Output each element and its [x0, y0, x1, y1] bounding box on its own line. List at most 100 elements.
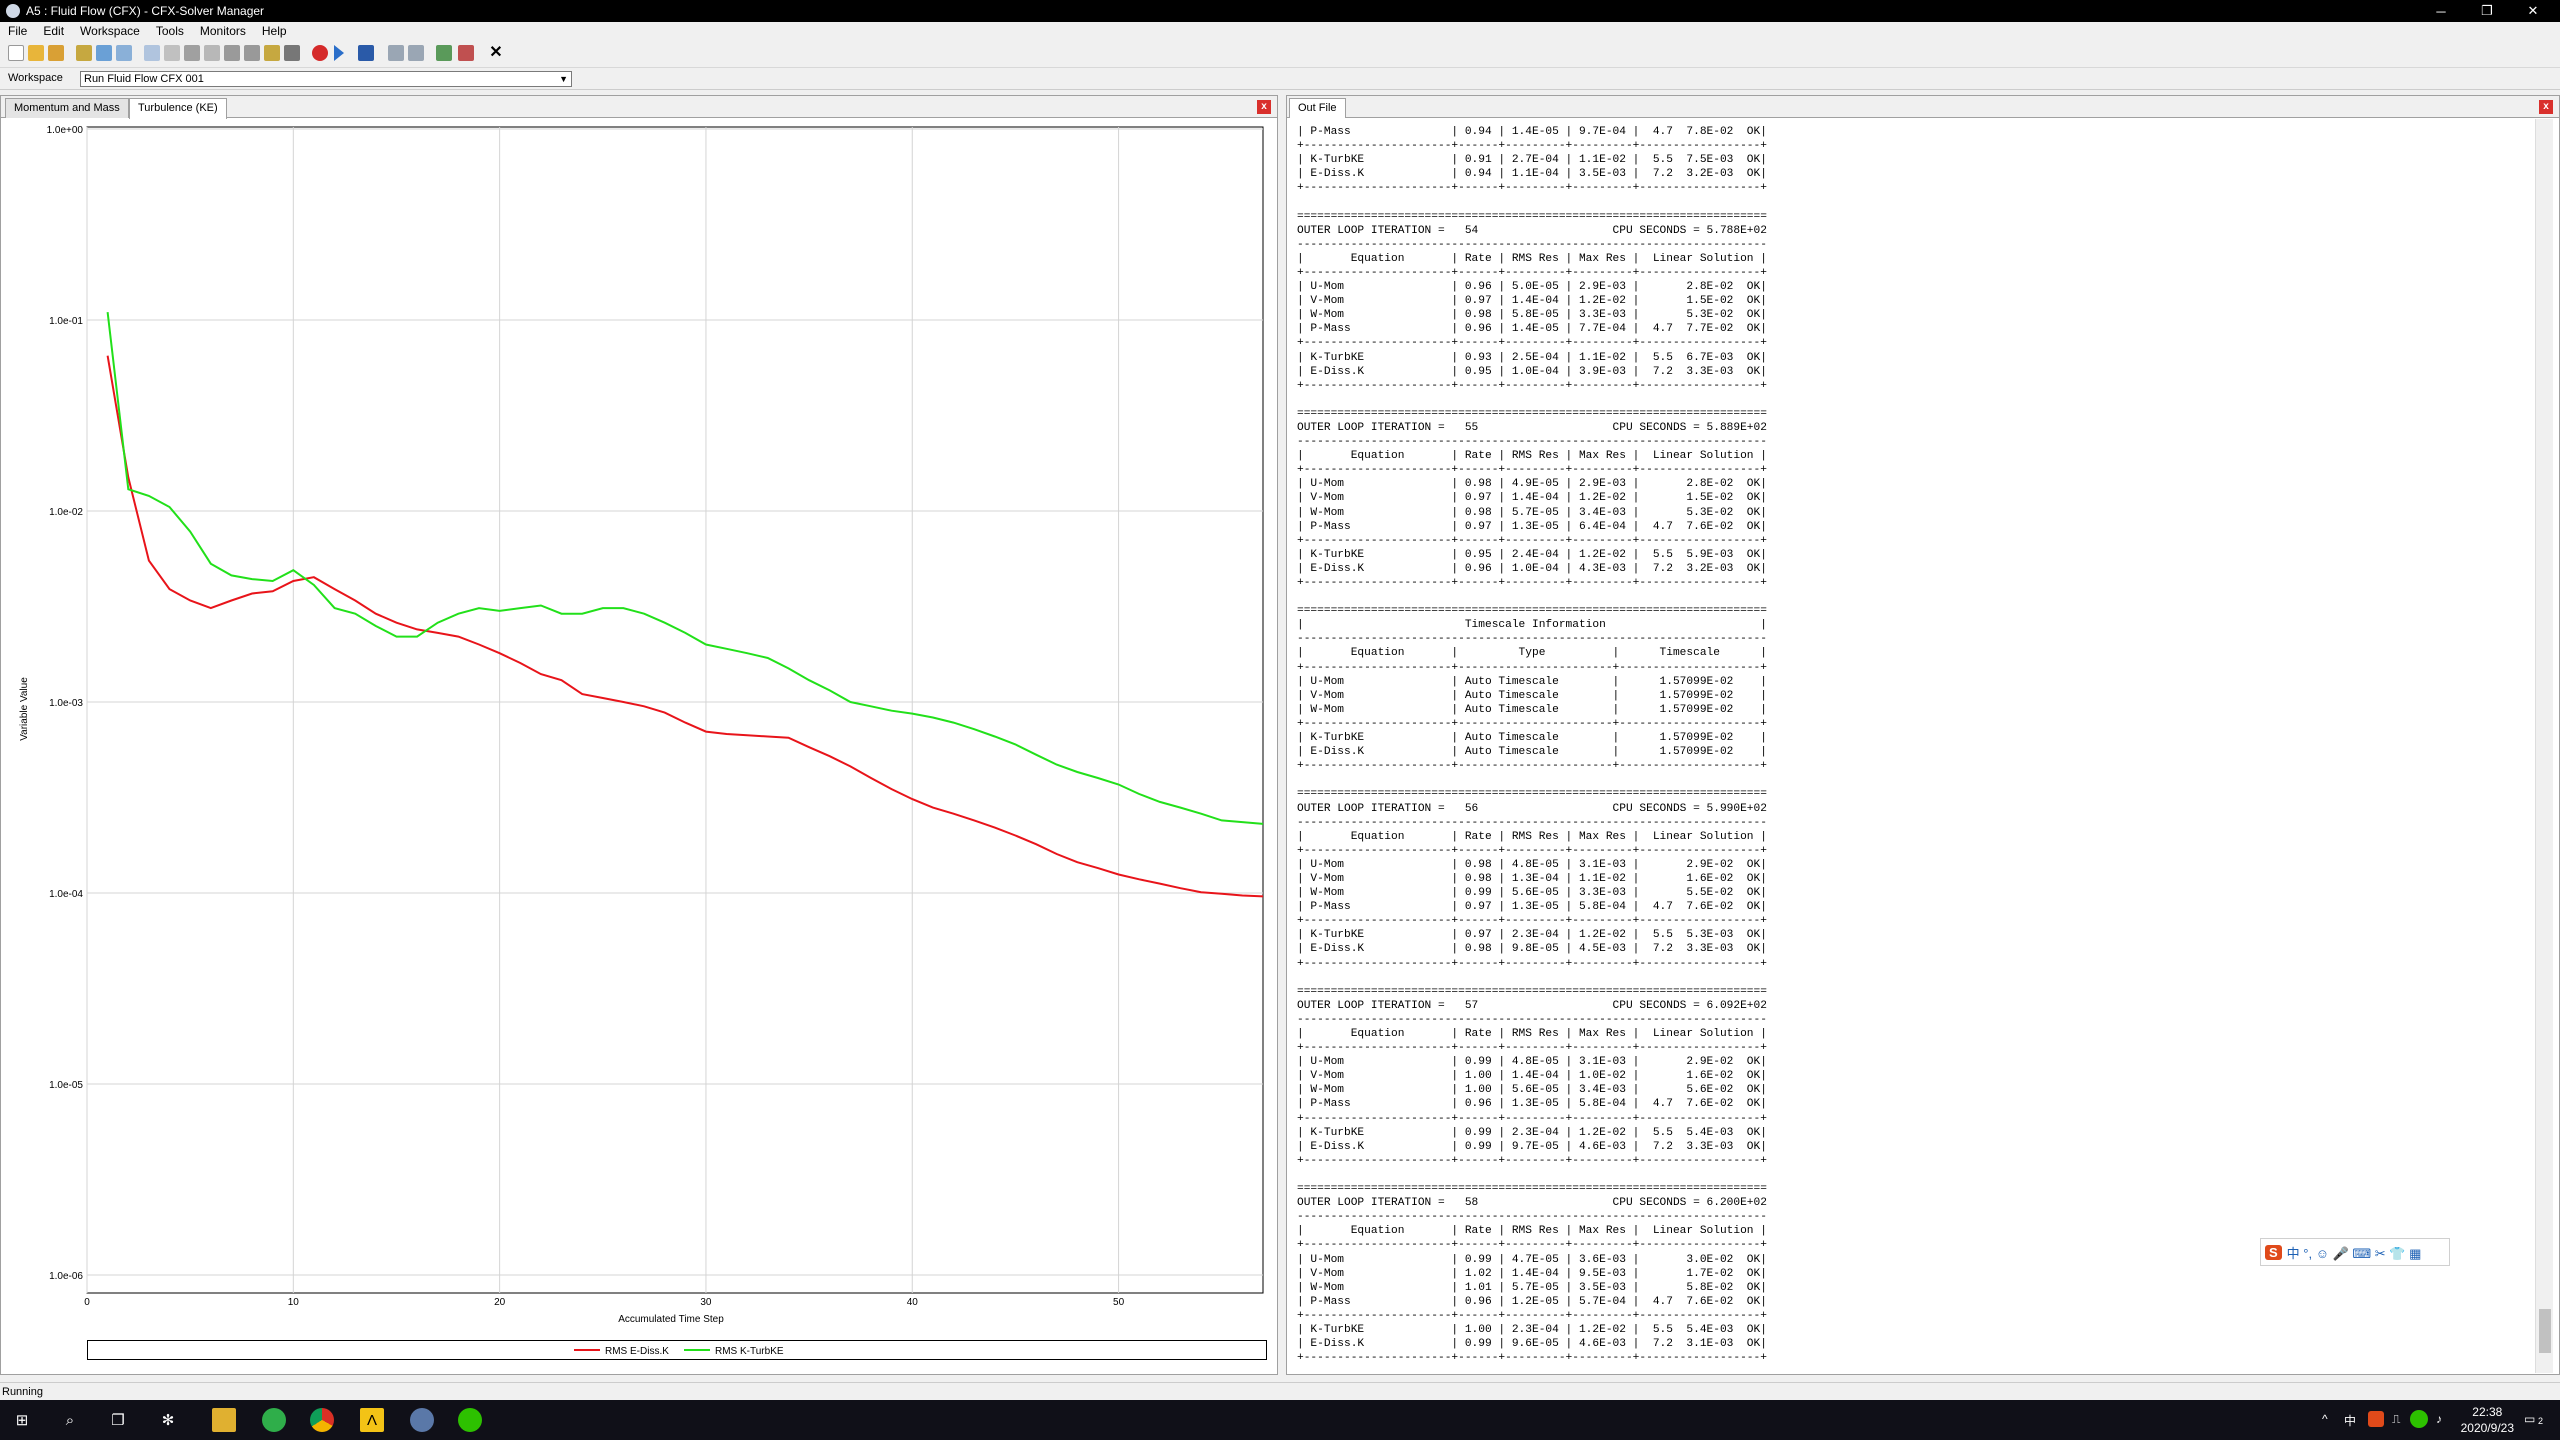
outfile-line: [1297, 590, 2537, 604]
chrome-icon[interactable]: [310, 1408, 334, 1432]
outfile-line: ----------------------------------------…: [1297, 436, 1767, 449]
outfile-line: ----------------------------------------…: [1297, 1211, 1767, 1224]
workspace-value: Run Fluid Flow CFX 001: [84, 73, 204, 85]
close-outfile-button[interactable]: x: [2539, 100, 2553, 114]
residuals-max-icon[interactable]: [458, 45, 474, 61]
outfile-line: | W-Mom | 0.98 | 5.7E-05 | 3.4E-03 | 5.3…: [1297, 506, 1767, 519]
outfile-line: +----------------------+----------------…: [1297, 760, 1767, 773]
wechat-icon[interactable]: [458, 1408, 482, 1432]
outfile-line: +----------------------+------+---------…: [1297, 182, 1767, 195]
app-green-icon[interactable]: [262, 1408, 286, 1432]
ime-indicator[interactable]: 中: [2344, 1412, 2356, 1429]
table-icon[interactable]: [204, 45, 220, 61]
outfile-line: | Equation | Rate | RMS Res | Max Res | …: [1297, 1028, 1767, 1040]
menu-workspace[interactable]: Workspace: [72, 24, 148, 38]
chart-icon[interactable]: [164, 45, 180, 61]
app-pinwheel-icon[interactable]: ✻: [156, 1408, 180, 1432]
open-results-icon[interactable]: [48, 45, 64, 61]
layout-icon[interactable]: [244, 45, 260, 61]
outfile-line: | U-Mom | 0.99 | 4.8E-05 | 3.1E-03 | 2.9…: [1297, 1056, 1767, 1069]
menu-help[interactable]: Help: [254, 24, 295, 38]
x-tick-label: 10: [288, 1297, 300, 1308]
volume-icon[interactable]: ♪: [2436, 1412, 2442, 1426]
outfile-line: | U-Mom | 0.98 | 4.9E-05 | 2.9E-03 | 2.8…: [1297, 478, 1767, 491]
scrollbar-thumb[interactable]: [2539, 1309, 2551, 1353]
close-window-button[interactable]: ✕: [2510, 0, 2556, 22]
outfile-line: +----------------------+------+---------…: [1297, 1309, 1767, 1322]
outfile-scrollbar[interactable]: [2535, 119, 2553, 1373]
tab-out-file[interactable]: Out File: [1289, 98, 1346, 118]
ime-controls[interactable]: 中 °, ☺ 🎤 ⌨ ✂ 👕 ▦: [2287, 1243, 2422, 1262]
new-file-icon[interactable]: [8, 45, 24, 61]
outfile-line: | V-Mom | 0.97 | 1.4E-04 | 1.2E-02 | 1.5…: [1297, 492, 1767, 505]
sogou-tray-icon[interactable]: [2368, 1411, 2384, 1427]
open-icon[interactable]: [28, 45, 44, 61]
outfile-line: +----------------------+------+---------…: [1297, 577, 1767, 589]
outfile-line: | Equation | Rate | RMS Res | Max Res | …: [1297, 830, 1767, 843]
x-tick-label: 20: [494, 1297, 506, 1308]
outfile-line: | E-Diss.K | Auto Timescale | 1.57099E-0…: [1297, 746, 1767, 759]
y-axis-label: Variable Value: [19, 677, 30, 741]
close-monitor-button[interactable]: x: [1257, 100, 1271, 114]
residuals-icon[interactable]: [436, 45, 452, 61]
sogou-logo[interactable]: S: [2265, 1244, 2282, 1260]
outfile-line: | V-Mom | 1.02 | 1.4E-04 | 9.5E-03 | 1.7…: [1297, 1267, 1767, 1280]
outfile-line: ----------------------------------------…: [1297, 633, 1767, 646]
app-icon: [6, 4, 20, 18]
outfile-line: | E-Diss.K | 0.95 | 1.0E-04 | 3.9E-03 | …: [1297, 365, 1767, 378]
status-text: Running: [2, 1386, 43, 1398]
grid-icon[interactable]: [184, 45, 200, 61]
outfile-line: | E-Diss.K | 0.99 | 9.7E-05 | 4.6E-03 | …: [1297, 1140, 1767, 1153]
stop-icon[interactable]: [312, 45, 328, 61]
folder-icon[interactable]: [264, 45, 280, 61]
edit-definition-icon[interactable]: [388, 45, 404, 61]
edit-icon[interactable]: [76, 45, 92, 61]
ansys-icon[interactable]: Λ: [360, 1408, 384, 1432]
save-icon[interactable]: [358, 45, 374, 61]
task-view-icon[interactable]: ❐: [106, 1408, 130, 1432]
network-icon[interactable]: ⎍: [2392, 1412, 2400, 1427]
play-icon[interactable]: [334, 45, 344, 61]
outfile-line: ----------------------------------------…: [1297, 1013, 1767, 1026]
list-icon[interactable]: [224, 45, 240, 61]
outfile-line: | V-Mom | 1.00 | 1.4E-04 | 1.0E-02 | 1.6…: [1297, 1070, 1767, 1083]
windows-start-icon[interactable]: ⊞: [10, 1408, 34, 1432]
edit-run-icon[interactable]: [408, 45, 424, 61]
outfile-line: | K-TurbKE | 0.95 | 2.4E-04 | 1.2E-02 | …: [1297, 548, 1767, 561]
status-bar: Running: [0, 1382, 2560, 1400]
notification-icon[interactable]: ▭: [2524, 1412, 2535, 1426]
monitor-icon[interactable]: [144, 45, 160, 61]
chevron-up-icon[interactable]: ^: [2322, 1412, 2328, 1426]
cfx-solver-icon[interactable]: [410, 1408, 434, 1432]
outfile-line: ========================================…: [1297, 407, 1767, 420]
outfile-line: | K-TurbKE | 0.99 | 2.3E-04 | 1.2E-02 | …: [1297, 1126, 1767, 1139]
export-icon[interactable]: [96, 45, 112, 61]
maximize-button[interactable]: ❐: [2464, 0, 2510, 22]
menu-file[interactable]: File: [0, 24, 35, 38]
menu-monitors[interactable]: Monitors: [192, 24, 254, 38]
outfile-line: +----------------------+------+---------…: [1297, 1112, 1767, 1125]
outfile-header: Out File x: [1287, 96, 2559, 118]
workspace-select[interactable]: Run Fluid Flow CFX 001 ▼: [80, 71, 572, 87]
menu-edit[interactable]: Edit: [35, 24, 72, 38]
outfile-line: [1297, 971, 2537, 985]
file-explorer-icon[interactable]: [212, 1408, 236, 1432]
outfile-line: | K-TurbKE | 1.00 | 2.3E-04 | 1.2E-02 | …: [1297, 1323, 1767, 1336]
outfile-line: | P-Mass | 0.97 | 1.3E-05 | 5.8E-04 | 4.…: [1297, 901, 1767, 914]
minimize-button[interactable]: ─: [2418, 0, 2464, 22]
title-bar: A5 : Fluid Flow (CFX) - CFX-Solver Manag…: [0, 0, 2560, 22]
wechat-tray-icon[interactable]: [2410, 1410, 2428, 1428]
print-icon[interactable]: [284, 45, 300, 61]
menu-tools[interactable]: Tools: [148, 24, 192, 38]
clock[interactable]: 22:38 2020/9/23: [2461, 1404, 2514, 1436]
legend-label-k-turbke: RMS K-TurbKE: [715, 1346, 784, 1357]
tab-turbulence[interactable]: Turbulence (KE): [129, 98, 227, 119]
y-tick-label: 1.0e-03: [49, 698, 83, 709]
outfile-line: | P-Mass | 0.96 | 1.2E-05 | 5.7E-04 | 4.…: [1297, 1295, 1767, 1308]
tab-momentum-and-mass[interactable]: Momentum and Mass: [5, 98, 129, 118]
refresh-icon[interactable]: [116, 45, 132, 61]
close-icon[interactable]: ✕: [488, 45, 504, 61]
ime-toolbar[interactable]: S 中 °, ☺ 🎤 ⌨ ✂ 👕 ▦: [2260, 1238, 2450, 1266]
outfile-line: | W-Mom | 1.01 | 5.7E-05 | 3.5E-03 | 5.8…: [1297, 1281, 1767, 1294]
search-icon[interactable]: ⌕: [58, 1408, 82, 1432]
